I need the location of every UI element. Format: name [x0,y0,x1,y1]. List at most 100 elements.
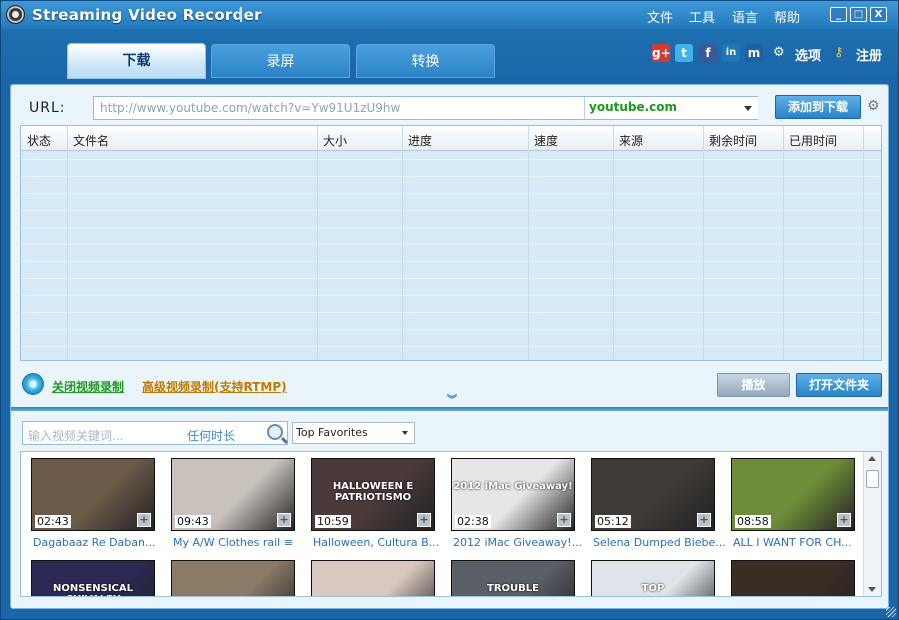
add-video-icon[interactable]: + [137,513,151,527]
facebook-icon[interactable]: f [699,44,717,62]
video-thumbnail[interactable]: 05:12 + [591,458,715,531]
google-plus-icon[interactable]: g+ [652,44,671,62]
column-filename[interactable]: 文件名 [73,132,109,149]
site-select[interactable]: youtube.com [584,97,758,119]
add-video-icon[interactable]: + [557,513,571,527]
expand-chevron-icon[interactable]: ︾ [447,391,457,406]
add-video-icon[interactable]: + [837,513,851,527]
advanced-recording-link[interactable]: 高级视频录制(支持RTMP) [142,378,287,395]
column-source[interactable]: 来源 [619,132,643,149]
add-to-download-button[interactable]: 添加到下载 [775,95,861,119]
register-link[interactable]: 注册 [856,45,882,64]
video-search-input[interactable]: 输入视频关键词... 任何时长 [22,421,288,445]
column-divider [67,126,68,360]
thumbnail-caption: TROUBLE [487,583,539,594]
open-folder-button[interactable]: 打开文件夹 [796,373,882,397]
app-window: Streaming Video Recorder 文件 工具 语言 帮助 _ □… [0,0,899,620]
video-record-icon[interactable] [22,373,44,395]
options-link[interactable]: 选项 [795,45,821,64]
column-divider [528,126,529,360]
video-thumbnail[interactable]: 08:58 + [731,458,855,531]
scroll-up-icon[interactable] [868,456,876,461]
scroll-down-icon[interactable] [868,587,876,592]
settings-gear-icon[interactable]: ⚙ [867,99,881,113]
video-thumbnail[interactable]: 2012 iMac Giveaway! 02:38 + [451,458,575,531]
thumbnail-caption: HALLOWEEN E PATRIOTISMO [332,481,414,503]
video-thumbnail[interactable] [171,560,295,596]
video-thumbnail[interactable]: NONSENSICAL CHIVALRY [31,560,155,596]
video-thumbnail[interactable]: HALLOWEEN E PATRIOTISMO 10:59 + [311,458,435,531]
column-progress[interactable]: 进度 [408,132,432,149]
close-button[interactable]: X [870,7,887,22]
column-speed[interactable]: 速度 [534,132,558,149]
url-input[interactable]: http://www.youtube.com/watch?v=Yw91U1zU9… [93,96,758,120]
video-thumbnail[interactable] [311,560,435,596]
video-thumbnail[interactable]: TROUBLE [451,560,575,596]
video-thumbnail[interactable]: 02:43 + [31,458,155,531]
add-video-icon[interactable]: + [697,513,711,527]
maximize-button[interactable]: □ [850,7,867,22]
video-title[interactable]: Halloween, Cultura B... [313,536,453,549]
video-grid-scrollbar[interactable] [863,452,881,596]
add-video-icon[interactable]: + [417,513,431,527]
app-logo-icon [6,5,25,24]
video-title[interactable]: ALL I WANT FOR CH... [733,536,873,549]
video-title[interactable]: Dagabaaz Re Daban... [33,536,173,549]
column-size[interactable]: 大小 [323,132,347,149]
menu-help[interactable]: 帮助 [774,7,800,26]
column-remaining[interactable]: 剩余时间 [709,132,757,149]
thumbnail-caption: NONSENSICAL CHIVALRY [52,583,133,596]
options-gear-icon[interactable]: ⚙ [773,45,785,60]
duration-filter[interactable]: 任何时长 [187,427,235,444]
download-panel: URL: http://www.youtube.com/watch?v=Yw91… [10,84,889,609]
video-title[interactable]: Selena Dumped Biebe... [593,536,733,549]
linkedin-icon[interactable]: in [722,44,740,62]
video-thumbnail[interactable]: 09:43 + [171,458,295,531]
category-select-value: Top Favorites [296,426,368,439]
play-button[interactable]: 播放 [717,373,790,397]
menu-tools[interactable]: 工具 [689,7,715,26]
key-icon[interactable]: ⚷ [834,45,844,60]
video-duration: 02:38 [455,515,491,528]
video-grid: TOP TROUBLE NONSENSICAL CHIVALRY 08:58 + ALL … [20,451,882,597]
video-thumbnail[interactable]: TOP [591,560,715,596]
column-divider [703,126,704,360]
url-value: http://www.youtube.com/watch?v=Yw91U1zU9… [100,101,401,115]
column-status[interactable]: 状态 [27,132,51,149]
minimize-button[interactable]: _ [830,7,847,22]
close-video-recording-link[interactable]: 关闭视频录制 [52,378,124,395]
download-table[interactable]: 状态 文件名 大小 进度 速度 来源 剩余时间 已用时间 [20,125,882,361]
column-divider [402,126,403,360]
panel-splitter[interactable] [11,407,888,411]
tab-convert[interactable]: 转换 [356,44,495,78]
menu-language[interactable]: 语言 [732,7,758,26]
twitter-icon[interactable]: t [675,44,693,62]
chevron-down-icon [402,431,408,435]
video-title[interactable]: My A/W Clothes rail ≡ [173,536,313,549]
resize-grip-icon[interactable] [886,607,896,617]
tab-screen-record[interactable]: 录屏 [211,44,350,78]
url-label: URL: [29,100,66,116]
video-thumbnail[interactable] [731,560,855,596]
title-bar[interactable]: Streaming Video Recorder 文件 工具 语言 帮助 _ □… [1,1,898,29]
category-select[interactable]: Top Favorites [292,422,415,444]
video-duration: 10:59 [315,515,351,528]
search-icon[interactable] [267,424,283,440]
add-video-icon[interactable]: + [277,513,291,527]
title-separator [240,7,242,22]
menu-file[interactable]: 文件 [647,7,673,26]
tab-download[interactable]: 下载 [67,43,206,79]
table-header: 状态 文件名 大小 进度 速度 来源 剩余时间 已用时间 [21,126,881,151]
column-divider [317,126,318,360]
myspace-icon[interactable]: m [745,44,763,62]
search-placeholder: 输入视频关键词... [28,429,124,443]
column-divider [783,126,784,360]
site-select-value: youtube.com [589,100,678,114]
video-title[interactable]: 2012 iMac Giveaway!... [453,536,593,549]
thumbnail-caption: TOP [641,583,665,594]
video-duration: 08:58 [735,515,771,528]
scroll-thumb[interactable] [866,470,879,488]
chevron-down-icon [744,106,752,111]
column-elapsed[interactable]: 已用时间 [789,132,837,149]
main-tabs: 下载 录屏 转换 [1,41,898,79]
